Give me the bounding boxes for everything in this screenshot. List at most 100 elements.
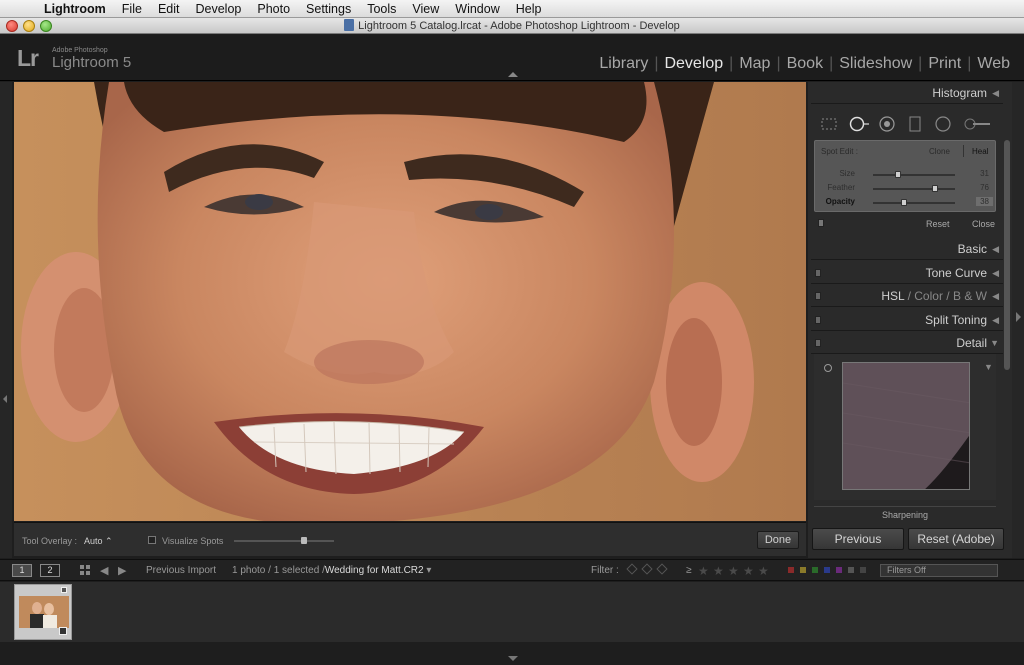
detail-expand-icon[interactable]: ▼ — [984, 362, 993, 372]
show-left-panel-arrow-icon[interactable] — [3, 395, 7, 403]
menu-photo[interactable]: Photo — [249, 2, 298, 16]
tool-toggle-switch[interactable] — [818, 219, 824, 227]
radial-filter-icon[interactable] — [934, 116, 952, 132]
filter-preset-select[interactable]: Filters Off — [880, 564, 998, 577]
size-slider[interactable] — [873, 171, 955, 178]
panel-toggle-switch[interactable] — [815, 316, 821, 324]
panel-toggle-switch[interactable] — [815, 269, 821, 277]
feather-slider-thumb[interactable] — [932, 185, 938, 192]
menu-edit[interactable]: Edit — [150, 2, 188, 16]
filename-dropdown[interactable]: Wedding for Matt.CR2 — [325, 565, 424, 576]
color-label-green-icon[interactable] — [812, 567, 818, 573]
heal-mode-button[interactable]: Heal — [972, 147, 988, 156]
grid-view-icon[interactable] — [80, 565, 91, 576]
panel-toggle-switch[interactable] — [815, 339, 821, 347]
menu-tools[interactable]: Tools — [359, 2, 404, 16]
menu-settings[interactable]: Settings — [298, 2, 359, 16]
hide-top-panel-arrow-icon[interactable] — [508, 72, 518, 77]
catalog-document-icon — [344, 19, 355, 31]
opacity-slider-thumb[interactable] — [901, 199, 907, 206]
star-filter-icon[interactable]: ★ — [698, 564, 709, 578]
feather-value[interactable]: 76 — [980, 183, 989, 192]
spot-close-button[interactable]: Close — [972, 219, 995, 229]
basic-panel-header[interactable]: Basic ◀ — [811, 238, 1003, 260]
previous-button[interactable]: Previous — [812, 528, 904, 550]
collapse-triangle-icon: ◀ — [992, 244, 999, 254]
size-value[interactable]: 31 — [980, 169, 989, 178]
tool-overlay-value: Auto — [84, 536, 103, 546]
rating-operator[interactable]: ≥ — [686, 565, 692, 576]
spot-reset-button[interactable]: Reset — [926, 219, 950, 229]
color-label-yellow-icon[interactable] — [800, 567, 806, 573]
hsl-tab[interactable]: HSL — [881, 289, 904, 303]
spot-removal-icon[interactable] — [848, 116, 870, 132]
module-develop[interactable]: Develop — [658, 55, 729, 73]
flag-filter-pick-icon[interactable] — [626, 563, 638, 575]
visualize-spots-slider[interactable] — [234, 537, 334, 544]
menu-app-lightroom[interactable]: Lightroom — [36, 2, 114, 16]
hide-filmstrip-arrow-icon[interactable] — [508, 656, 518, 661]
star-filter-icon[interactable]: ★ — [728, 564, 739, 578]
tool-strip — [812, 110, 998, 138]
module-map[interactable]: Map — [733, 55, 776, 73]
color-label-none-icon[interactable] — [848, 567, 854, 573]
module-print[interactable]: Print — [922, 55, 967, 73]
module-library[interactable]: Library — [593, 55, 654, 73]
menu-window[interactable]: Window — [447, 2, 507, 16]
module-slideshow[interactable]: Slideshow — [833, 55, 918, 73]
size-slider-thumb[interactable] — [895, 171, 901, 178]
filmstrip-thumbnail-cell[interactable] — [14, 584, 72, 640]
filmstrip-thumbnail[interactable] — [19, 596, 69, 628]
color-label-red-icon[interactable] — [788, 567, 794, 573]
graduated-filter-icon[interactable] — [908, 116, 922, 132]
panel-toggle-switch[interactable] — [815, 292, 821, 300]
crop-overlay-icon[interactable] — [820, 116, 838, 132]
secondary-monitor-button[interactable]: 2 — [40, 564, 60, 577]
photo-canvas[interactable] — [14, 82, 806, 521]
primary-monitor-button[interactable]: 1 — [12, 564, 32, 577]
done-button[interactable]: Done — [757, 531, 799, 549]
right-panel-scrollbar[interactable] — [1004, 140, 1010, 370]
menu-view[interactable]: View — [404, 2, 447, 16]
adjustment-brush-icon[interactable] — [962, 116, 992, 132]
visualize-spots-checkbox[interactable] — [148, 536, 156, 544]
detail-panel-header[interactable]: Detail ▼ — [811, 332, 1003, 354]
hide-right-panel-arrow-icon[interactable] — [1016, 312, 1021, 322]
reset-adobe-button[interactable]: Reset (Adobe) — [908, 528, 1004, 550]
hsl-panel-header[interactable]: HSL / Color / B & W ◀ — [811, 285, 1003, 307]
dropdown-arrow-icon[interactable]: ▾ — [426, 565, 431, 576]
right-panel-edge[interactable] — [1012, 82, 1024, 558]
red-eye-icon[interactable] — [878, 116, 896, 132]
window-titlebar: Lightroom 5 Catalog.lrcat - Adobe Photos… — [0, 18, 1024, 34]
menu-file[interactable]: File — [114, 2, 150, 16]
bw-tab[interactable]: B & W — [953, 289, 987, 303]
flag-filter-rejected-icon[interactable] — [656, 563, 668, 575]
split-toning-panel-header[interactable]: Split Toning ◀ — [811, 309, 1003, 331]
tool-overlay-select[interactable]: Auto ⌃ — [84, 536, 113, 547]
color-label-other-icon[interactable] — [860, 567, 866, 573]
color-label-purple-icon[interactable] — [836, 567, 842, 573]
color-label-blue-icon[interactable] — [824, 567, 830, 573]
detail-zoom-preview[interactable] — [842, 362, 970, 490]
star-filter-icon[interactable]: ★ — [743, 564, 754, 578]
target-adjust-icon[interactable] — [824, 364, 832, 372]
tone-curve-panel-header[interactable]: Tone Curve ◀ — [811, 262, 1003, 284]
histogram-panel-header[interactable]: Histogram ◀ — [811, 82, 1003, 104]
left-panel-collapsed[interactable] — [0, 82, 12, 558]
menu-help[interactable]: Help — [508, 2, 550, 16]
menu-develop[interactable]: Develop — [188, 2, 250, 16]
opacity-slider[interactable] — [873, 199, 955, 206]
flag-filter-unflagged-icon[interactable] — [641, 563, 653, 575]
visualize-spots-slider-thumb[interactable] — [301, 537, 307, 544]
color-tab[interactable]: Color — [914, 289, 943, 303]
module-web[interactable]: Web — [971, 55, 1016, 73]
source-previous-import[interactable]: Previous Import — [146, 565, 216, 576]
module-book[interactable]: Book — [781, 55, 829, 73]
back-arrow-icon[interactable]: ◀ — [100, 564, 108, 577]
feather-slider[interactable] — [873, 185, 955, 192]
clone-mode-button[interactable]: Clone — [929, 147, 950, 156]
star-filter-icon[interactable]: ★ — [758, 564, 769, 578]
opacity-value[interactable]: 38 — [976, 197, 993, 206]
star-filter-icon[interactable]: ★ — [713, 564, 724, 578]
forward-arrow-icon[interactable]: ▶ — [118, 564, 126, 577]
